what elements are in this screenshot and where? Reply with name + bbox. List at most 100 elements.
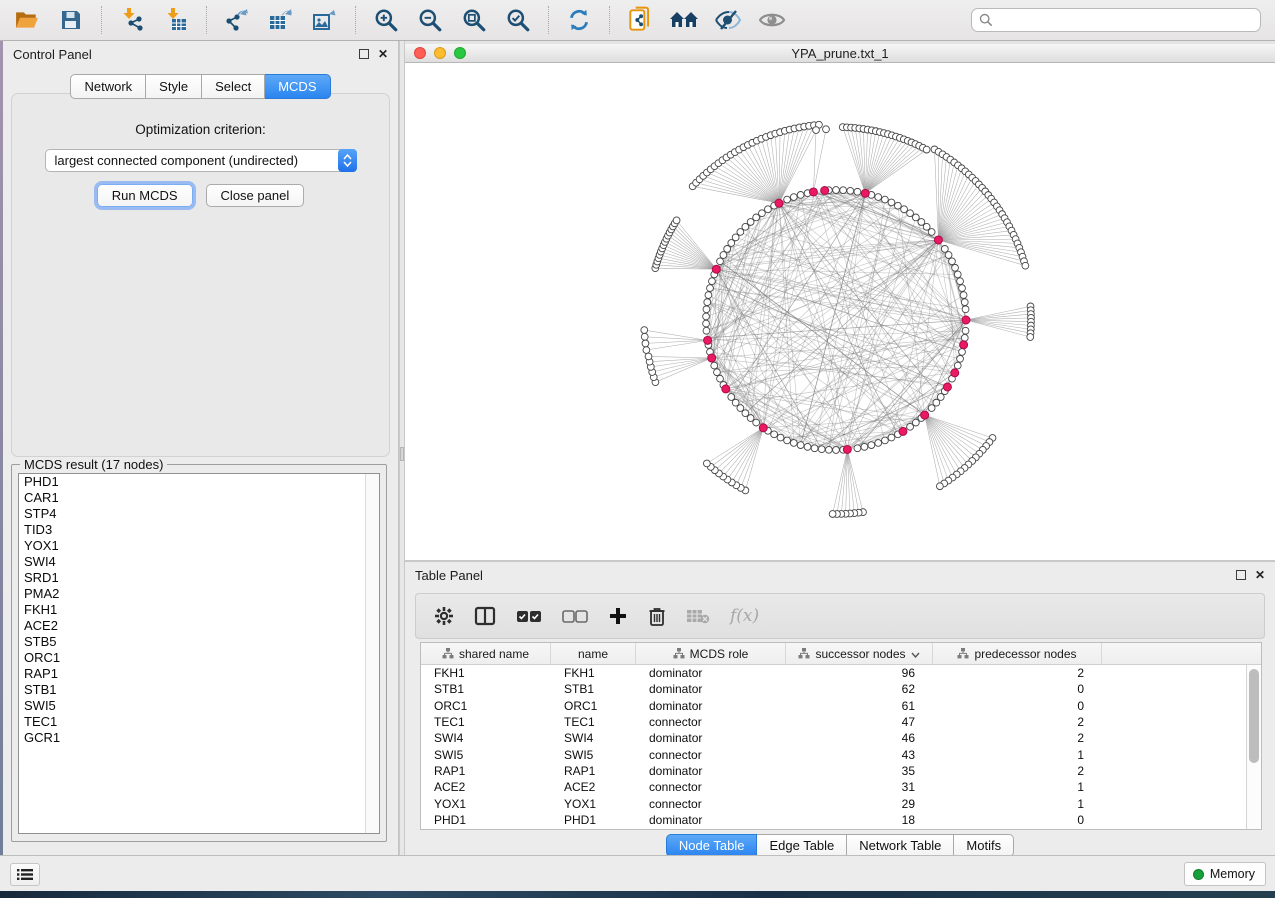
mcds-node-item[interactable]: ORC1 (19, 650, 379, 666)
network-node[interactable] (959, 349, 966, 356)
network-node[interactable] (797, 192, 804, 199)
mcds-node-item[interactable]: CAR1 (19, 490, 379, 506)
network-node[interactable] (961, 299, 968, 306)
network-node[interactable] (901, 206, 908, 213)
zoom-out-button[interactable] (411, 4, 449, 36)
network-node[interactable] (825, 446, 832, 453)
network-node[interactable] (840, 187, 847, 194)
network-node[interactable] (823, 126, 830, 133)
mcds-node-item[interactable]: SWI4 (19, 554, 379, 570)
network-node[interactable] (771, 431, 778, 438)
column-header-MCDS-role[interactable]: MCDS role (636, 643, 786, 664)
network-node[interactable] (875, 440, 882, 447)
network-node[interactable] (790, 194, 797, 201)
network-node[interactable] (711, 362, 718, 369)
network-node[interactable] (784, 196, 791, 203)
tab-network[interactable]: Network (70, 74, 146, 99)
network-node[interactable] (936, 483, 943, 490)
mcds-dominator-node[interactable] (775, 199, 783, 207)
network-node[interactable] (961, 334, 968, 341)
column-header-successor-nodes[interactable]: successor nodes (786, 643, 933, 664)
table-settings-button[interactable] (434, 606, 454, 626)
mcds-dominator-node[interactable] (809, 188, 817, 196)
mcds-dominator-node[interactable] (861, 189, 869, 197)
network-node[interactable] (959, 285, 966, 292)
network-node[interactable] (854, 445, 861, 452)
table-row[interactable]: SWI5SWI5connector431 (421, 746, 1246, 762)
network-node[interactable] (717, 258, 724, 265)
zoom-in-button[interactable] (367, 4, 405, 36)
network-node[interactable] (928, 405, 935, 412)
network-node[interactable] (724, 245, 731, 252)
network-node[interactable] (753, 214, 760, 221)
delete-column-button[interactable] (648, 606, 666, 626)
network-node[interactable] (811, 445, 818, 452)
network-node[interactable] (907, 210, 914, 217)
table-row[interactable]: RAP1RAP1dominator352 (421, 763, 1246, 779)
add-column-button[interactable] (608, 606, 628, 626)
network-node[interactable] (954, 271, 961, 278)
table-row[interactable]: PHD1PHD1dominator180 (421, 812, 1246, 828)
network-node[interactable] (707, 285, 714, 292)
network-node[interactable] (765, 206, 772, 213)
network-node[interactable] (949, 258, 956, 265)
show-columns-button[interactable] (474, 606, 496, 626)
mcds-node-item[interactable]: SWI5 (19, 698, 379, 714)
show-all-button[interactable] (753, 4, 791, 36)
network-node[interactable] (703, 320, 710, 327)
tab-node-table[interactable]: Node Table (666, 834, 758, 857)
network-node[interactable] (709, 278, 716, 285)
close-panel-button[interactable]: Close panel (206, 184, 305, 207)
network-node[interactable] (945, 252, 952, 259)
network-node[interactable] (703, 313, 710, 320)
network-node[interactable] (813, 127, 820, 134)
mcds-dominator-node[interactable] (962, 316, 970, 324)
select-all-button[interactable] (516, 608, 542, 624)
network-node[interactable] (1027, 334, 1034, 341)
import-table-button[interactable] (157, 4, 195, 36)
network-node[interactable] (717, 375, 724, 382)
network-node[interactable] (777, 434, 784, 441)
mcds-list-scrollbar[interactable] (365, 474, 379, 833)
network-node[interactable] (703, 327, 710, 334)
network-window-titlebar[interactable]: YPA_prune.txt_1 (405, 44, 1275, 63)
table-row[interactable]: STB1STB1dominator620 (421, 681, 1246, 697)
deselect-all-button[interactable] (562, 608, 588, 624)
network-node[interactable] (957, 355, 964, 362)
float-panel-icon[interactable] (1236, 570, 1246, 580)
tab-style[interactable]: Style (146, 74, 202, 99)
network-node[interactable] (1022, 262, 1029, 269)
network-node[interactable] (960, 292, 967, 299)
show-panels-button[interactable] (10, 863, 40, 886)
zoom-selected-button[interactable] (499, 4, 537, 36)
mcds-result-list[interactable]: PHD1CAR1STP4TID3YOX1SWI4SRD1PMA2FKH1ACE2… (18, 473, 380, 834)
network-node[interactable] (894, 202, 901, 209)
network-node[interactable] (703, 306, 710, 313)
network-node[interactable] (861, 443, 868, 450)
column-header-shared-name[interactable]: shared name (421, 643, 551, 664)
mcds-node-item[interactable]: RAP1 (19, 666, 379, 682)
zoom-fit-button[interactable] (455, 4, 493, 36)
export-image-button[interactable] (306, 4, 344, 36)
network-node[interactable] (833, 447, 840, 454)
network-node[interactable] (833, 187, 840, 194)
network-node[interactable] (923, 146, 930, 153)
search-input[interactable] (998, 13, 1253, 27)
network-node[interactable] (882, 196, 889, 203)
network-node[interactable] (784, 437, 791, 444)
mcds-dominator-node[interactable] (704, 336, 712, 344)
mcds-dominator-node[interactable] (934, 236, 942, 244)
hide-selected-button[interactable] (709, 4, 747, 36)
network-node[interactable] (941, 245, 948, 252)
network-node[interactable] (705, 292, 712, 299)
mcds-dominator-node[interactable] (899, 427, 907, 435)
network-node[interactable] (888, 199, 895, 206)
close-panel-icon[interactable]: ✕ (1255, 570, 1265, 580)
float-panel-icon[interactable] (359, 49, 369, 59)
network-node[interactable] (954, 362, 961, 369)
mcds-dominator-node[interactable] (759, 424, 767, 432)
network-node[interactable] (804, 443, 811, 450)
network-node[interactable] (907, 423, 914, 430)
network-graph[interactable] (405, 63, 1275, 560)
network-node[interactable] (645, 353, 652, 360)
